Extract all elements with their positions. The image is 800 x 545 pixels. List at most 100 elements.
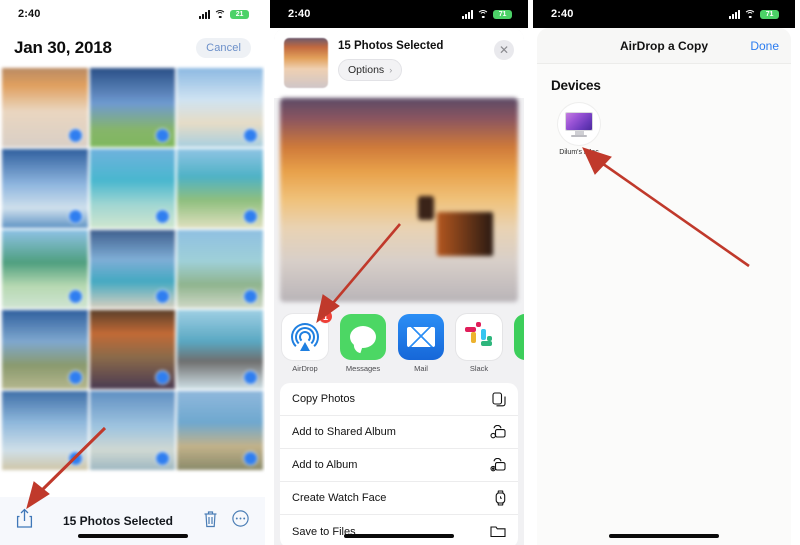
airdrop-sheet: AirDrop a Copy Done Devices Dilum's iMac — [537, 28, 791, 545]
app-label: Slack — [469, 364, 489, 373]
options-button[interactable]: Options › — [338, 59, 403, 81]
whatsapp-icon[interactable] — [514, 314, 524, 360]
photo-cell[interactable] — [2, 68, 88, 147]
watch-icon — [495, 490, 506, 506]
trash-icon[interactable] — [203, 510, 218, 533]
cellular-signal-icon — [462, 9, 473, 19]
share-app-slack[interactable]: Slack — [456, 314, 502, 373]
action-create-watch-face[interactable]: Create Watch Face — [280, 482, 518, 515]
more-circle-icon[interactable] — [232, 510, 249, 532]
folder-icon — [490, 525, 506, 538]
photo-cell[interactable] — [89, 391, 176, 470]
app-label: Wh — [514, 364, 524, 373]
airdrop-body: Devices Dilum's iMac — [537, 64, 791, 545]
photo-grid[interactable] — [0, 68, 265, 470]
photo-cell[interactable] — [89, 148, 176, 228]
status-indicators: 21 — [199, 9, 249, 19]
status-bar: 2:40 71 — [270, 0, 528, 28]
status-bar: 2:40 71 — [533, 0, 795, 28]
status-time: 2:40 — [288, 8, 311, 20]
share-sheet-texts: 15 Photos Selected Options › — [338, 38, 484, 81]
photo-selected-check — [156, 128, 170, 142]
photo-selected-check — [243, 290, 257, 304]
photo-selected-check — [156, 290, 170, 304]
photo-selected-check — [68, 371, 82, 385]
cancel-button[interactable]: Cancel — [196, 38, 251, 58]
airdrop-badge: 1 — [318, 309, 333, 324]
slack-icon[interactable] — [456, 314, 502, 360]
devices-section-title: Devices — [551, 78, 601, 93]
share-app-messages[interactable]: Messages — [340, 314, 386, 373]
battery-icon: 21 — [230, 9, 249, 19]
mail-icon[interactable] — [398, 314, 444, 360]
airdrop-navbar: AirDrop a Copy Done — [537, 28, 791, 64]
action-label: Add to Shared Album — [292, 426, 396, 438]
photo-cell[interactable] — [177, 310, 263, 390]
photo-preview — [280, 98, 518, 302]
page-title: Jan 30, 2018 — [14, 38, 112, 57]
photo-cell[interactable] — [177, 68, 263, 147]
photo-cell[interactable] — [89, 310, 176, 390]
photo-cell[interactable] — [89, 68, 176, 147]
status-indicators: 71 — [729, 9, 779, 19]
airdrop-title: AirDrop a Copy — [619, 38, 708, 53]
photo-cell[interactable] — [177, 148, 263, 228]
action-label: Copy Photos — [292, 393, 355, 405]
share-title: 15 Photos Selected — [338, 40, 444, 52]
photo-cell[interactable] — [2, 148, 88, 228]
chevron-right-icon: › — [389, 65, 393, 75]
copy-icon — [492, 391, 506, 407]
share-icon[interactable] — [16, 508, 33, 534]
share-sheet: 15 Photos Selected Options › ✕ 1 AirDrop… — [274, 28, 524, 545]
share-app-whatsapp[interactable]: Wh — [514, 314, 524, 373]
photo-selected-check — [156, 209, 170, 223]
shared-album-icon — [490, 425, 506, 439]
device-label: Dilum's iMac — [559, 149, 599, 156]
photo-cell[interactable] — [177, 391, 263, 470]
battery-icon: 71 — [493, 9, 512, 19]
selected-photo-thumbnail — [284, 38, 328, 88]
photo-selected-check — [243, 371, 257, 385]
share-app-airdrop[interactable]: 1 AirDrop — [282, 309, 333, 373]
photo-cell[interactable] — [2, 229, 88, 309]
photo-cell[interactable] — [2, 310, 88, 390]
cellular-signal-icon — [729, 9, 740, 19]
album-icon — [490, 458, 506, 472]
photo-selected-check — [68, 452, 82, 465]
done-button[interactable]: Done — [750, 39, 779, 53]
messages-icon[interactable] — [340, 314, 386, 360]
status-bar: 2:40 21 — [0, 0, 265, 28]
app-label: AirDrop — [292, 364, 318, 373]
action-add-to-album[interactable]: Add to Album — [280, 449, 518, 482]
imac-icon[interactable] — [558, 103, 600, 145]
action-label: Create Watch Face — [292, 492, 387, 504]
panel-airdrop-copy: 2:40 71 AirDrop a Copy Done Devices Dilu… — [533, 0, 795, 545]
screenshot-stage: 2:40 21 Jan 30, 2018 Cancel 15 Photos Se… — [0, 0, 800, 545]
action-copy-photos[interactable]: Copy Photos — [280, 383, 518, 416]
photo-cell[interactable] — [2, 391, 88, 470]
photo-selected-check — [243, 209, 257, 223]
device-item-imac[interactable]: Dilum's iMac — [551, 103, 607, 156]
action-add-to-shared-album[interactable]: Add to Shared Album — [280, 416, 518, 449]
options-label: Options — [348, 64, 385, 76]
status-time: 2:40 — [18, 8, 41, 20]
picker-header: Jan 30, 2018 Cancel — [0, 28, 265, 68]
share-apps-row: 1 AirDrop Messages Mail Slack — [274, 302, 524, 379]
photo-selected-check — [68, 128, 82, 142]
status-indicators: 71 — [462, 9, 512, 19]
action-save-to-files[interactable]: Save to Files — [280, 515, 518, 545]
close-icon[interactable]: ✕ — [494, 40, 514, 60]
home-indicator — [344, 534, 454, 538]
panel-share-sheet: 2:40 71 15 Photos Selected Options › ✕ 1… — [270, 0, 528, 545]
photo-selected-check — [68, 290, 82, 304]
home-indicator — [77, 534, 188, 538]
photo-selected-check — [156, 371, 170, 385]
share-app-mail[interactable]: Mail — [398, 314, 444, 373]
photo-cell[interactable] — [89, 229, 176, 309]
airdrop-icon[interactable]: 1 — [282, 309, 333, 360]
photo-selected-check — [243, 452, 257, 465]
action-label: Add to Album — [292, 459, 358, 471]
battery-icon: 71 — [760, 9, 779, 19]
photo-cell[interactable] — [177, 229, 263, 309]
app-label: Mail — [414, 364, 428, 373]
